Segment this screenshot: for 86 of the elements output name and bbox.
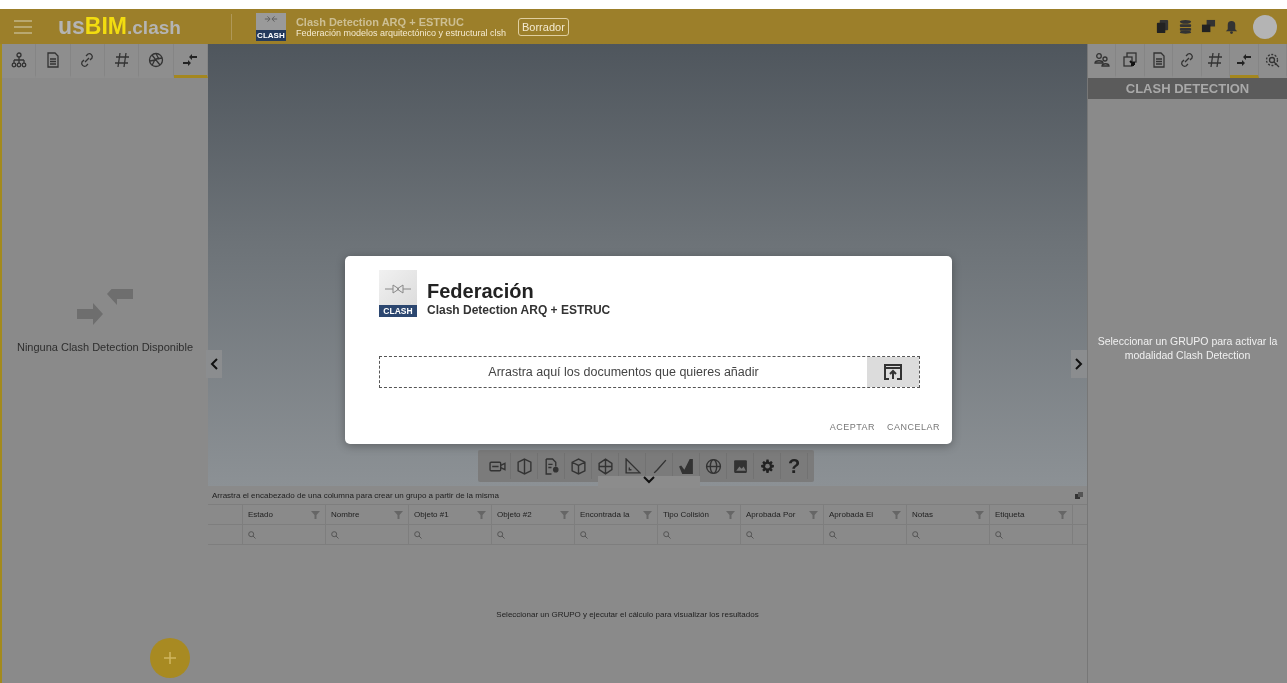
users-icon	[1093, 51, 1110, 68]
chevron-down-icon	[643, 476, 655, 484]
hash-icon	[113, 51, 130, 68]
panel-title: CLASH DETECTION	[1088, 78, 1287, 99]
column-header[interactable]: Aprobada Por	[746, 510, 796, 519]
plus-icon	[164, 652, 176, 664]
column-header[interactable]: Encontrada la	[580, 510, 630, 519]
filter-icon[interactable]	[1058, 510, 1067, 519]
clash-file-icon: CLASH	[255, 12, 286, 41]
image-icon	[731, 457, 749, 475]
database-icon	[1178, 19, 1193, 34]
project-subtitle: Federación modelos arquitectónico y estructural clsh	[295, 27, 506, 38]
column-header[interactable]: Tipo Colisión	[663, 510, 709, 519]
clash-file-icon: CLASH	[379, 270, 417, 317]
column-header[interactable]: Notas	[912, 510, 933, 519]
arrows-icon	[77, 288, 133, 327]
upload-icon	[883, 363, 903, 381]
search-icon[interactable]	[414, 530, 422, 539]
document-icon	[1150, 51, 1167, 68]
dialog-button[interactable]: ACEPTAR	[829, 420, 875, 434]
dialog-button[interactable]: CANCELAR	[887, 420, 940, 434]
chevron-right-icon	[1075, 358, 1083, 370]
empty-message: Seleccionar un GRUPO para activar la modalidad Clash Detection	[1096, 333, 1279, 363]
add-button[interactable]	[150, 638, 190, 678]
search-icon[interactable]	[746, 530, 754, 539]
search-icon[interactable]	[829, 530, 837, 539]
file-icon	[542, 457, 560, 475]
bell-icon	[1224, 19, 1239, 34]
ruler-icon	[623, 457, 641, 475]
settings-icon	[758, 457, 776, 475]
filter-icon[interactable]	[477, 510, 486, 519]
column-header[interactable]: Estado	[248, 510, 273, 519]
column-header[interactable]: Etiqueta	[995, 510, 1025, 519]
project-title: Clash Detection ARQ + ESTRUC	[295, 15, 465, 28]
link-icon	[79, 51, 96, 68]
panel-tab[interactable]	[1230, 44, 1259, 78]
box-icon	[569, 457, 587, 475]
empty-message: Ninguna Clash Detection Disponible	[16, 340, 194, 353]
search-icon[interactable]	[663, 530, 671, 539]
logo-text: BIM	[84, 13, 127, 40]
next-button[interactable]	[1071, 350, 1087, 378]
search-icon[interactable]	[580, 530, 588, 539]
column-header[interactable]: Aprobada El	[829, 510, 874, 519]
dialog-title: Federación	[427, 280, 535, 303]
search-icon[interactable]	[497, 530, 505, 539]
filter-icon[interactable]	[975, 510, 984, 519]
windows-icon	[1201, 19, 1216, 34]
filter-icon[interactable]	[311, 510, 320, 519]
section-icon	[596, 457, 614, 475]
filter-icon[interactable]	[394, 510, 403, 519]
hash-icon	[1207, 51, 1224, 68]
group-hint: Arrastra el encabezado de una columna para crear un grupo a partir de la misma	[212, 490, 499, 500]
empty-message: Seleccionar un GRUPO y ejecutar el cálculo para visualizar los resultados	[496, 609, 759, 619]
logo-text: us	[58, 13, 85, 40]
logo-text: .clash	[127, 17, 181, 39]
hierarchy-icon	[10, 51, 27, 68]
drop-zone[interactable]: Arrastra aquí los documentos que quieres añadir	[379, 356, 920, 388]
collapse-button[interactable]	[598, 476, 700, 488]
menu-icon[interactable]	[14, 19, 32, 34]
status-badge: Borrador	[518, 17, 569, 36]
link-icon	[1178, 51, 1195, 68]
chevron-left-icon	[210, 358, 218, 370]
filter-icon[interactable]	[809, 510, 818, 519]
panel-tab[interactable]	[173, 44, 208, 78]
search-icon[interactable]	[248, 530, 256, 539]
dialog-subtitle: Clash Detection ARQ + ESTRUC	[427, 303, 611, 317]
filter-icon[interactable]	[560, 510, 569, 519]
search-icon[interactable]	[995, 530, 1003, 539]
previous-button[interactable]	[206, 350, 222, 378]
column-header[interactable]: Nombre	[331, 510, 360, 519]
import-icon	[1122, 51, 1139, 68]
files-icon	[1155, 19, 1170, 34]
globe-icon	[704, 457, 722, 475]
search-icon[interactable]	[912, 530, 920, 539]
upload-button[interactable]	[867, 357, 919, 387]
filter-icon[interactable]	[892, 510, 901, 519]
filter-icon[interactable]	[726, 510, 735, 519]
column-header[interactable]: Objeto #1	[414, 510, 449, 519]
avatar[interactable]	[1253, 14, 1277, 39]
filter-icon[interactable]	[643, 510, 652, 519]
search-icon[interactable]	[331, 530, 339, 539]
copy-icon[interactable]	[1075, 491, 1083, 499]
document-icon	[45, 51, 61, 68]
aperture-icon	[147, 51, 164, 68]
cube-icon	[515, 457, 533, 475]
column-header[interactable]: Objeto #2	[497, 510, 532, 519]
